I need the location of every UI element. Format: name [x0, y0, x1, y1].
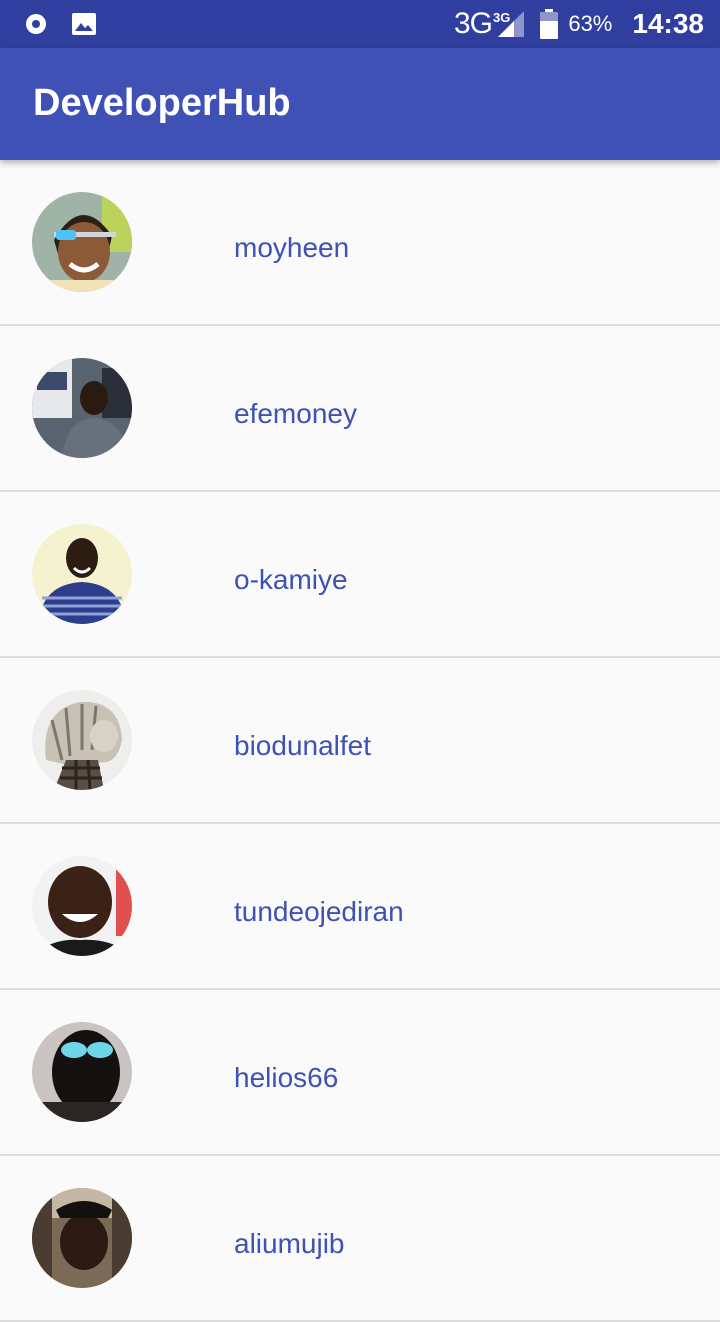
- avatar: [32, 358, 132, 458]
- developer-username: o-kamiye: [234, 564, 348, 595]
- list-item[interactable]: moyheen: [0, 160, 720, 326]
- avatar: [32, 524, 132, 624]
- developer-username: helios66: [234, 1062, 339, 1093]
- list-item[interactable]: tundeojediran: [0, 824, 720, 990]
- list-item[interactable]: helios66: [0, 990, 720, 1156]
- app-bar: DeveloperHub: [0, 48, 720, 160]
- developer-username: aliumujib: [234, 1228, 345, 1259]
- signal-icon: [496, 9, 526, 39]
- app-title: DeveloperHub: [33, 82, 291, 124]
- status-bar: 3G 3G 63% 14:38: [0, 0, 720, 48]
- list-item[interactable]: o-kamiye: [0, 492, 720, 658]
- avatar: [32, 690, 132, 790]
- developer-list: moyheen efemoney o-kamiye biodunalfet tu…: [0, 160, 720, 1322]
- status-time: 14:38: [632, 8, 704, 39]
- avatar: [32, 856, 132, 956]
- developer-username: biodunalfet: [234, 730, 372, 761]
- avatar: [32, 1188, 132, 1288]
- image-icon: [70, 0, 98, 48]
- list-item[interactable]: aliumujib: [0, 1156, 720, 1322]
- developer-username: efemoney: [234, 398, 357, 429]
- network-type: 3G: [453, 7, 493, 40]
- avatar: [32, 192, 132, 292]
- list-item[interactable]: efemoney: [0, 326, 720, 492]
- list-item[interactable]: biodunalfet: [0, 658, 720, 824]
- avatar: [32, 1022, 132, 1122]
- developer-username: tundeojediran: [234, 896, 404, 927]
- battery-percent: 63%: [568, 11, 613, 36]
- record-icon: [22, 0, 50, 48]
- battery-icon: [540, 9, 559, 39]
- developer-username: moyheen: [234, 232, 350, 263]
